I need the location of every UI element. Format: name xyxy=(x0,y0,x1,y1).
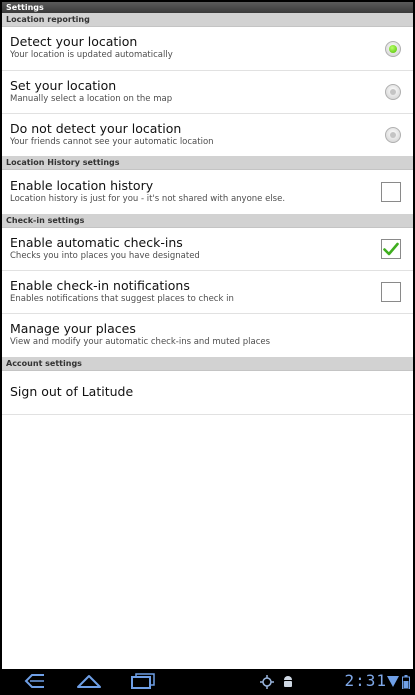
checkbox-automatic-check-ins[interactable] xyxy=(381,239,401,259)
option-subtitle: Enables notifications that suggest place… xyxy=(10,294,234,304)
battery-icon xyxy=(402,675,410,689)
option-subtitle: Manually select a location on the map xyxy=(10,94,173,104)
radio-set-location[interactable] xyxy=(385,84,401,100)
settings-screen: Settings Location reporting Detect your … xyxy=(0,0,415,695)
option-manage-your-places[interactable]: Manage your places View and modify your … xyxy=(2,314,413,357)
option-enable-check-in-notifications[interactable]: Enable check-in notifications Enables no… xyxy=(2,271,413,314)
section-header-account: Account settings xyxy=(2,357,413,371)
android-debug-icon xyxy=(284,676,292,687)
option-title: Detect your location xyxy=(10,34,138,49)
home-icon[interactable] xyxy=(76,673,102,689)
option-title: Set your location xyxy=(10,78,117,93)
option-subtitle: View and modify your automatic check-ins… xyxy=(10,337,271,347)
option-enable-automatic-check-ins[interactable]: Enable automatic check-ins Checks you in… xyxy=(2,228,413,271)
option-title: Enable location history xyxy=(10,178,154,193)
option-title: Enable check-in notifications xyxy=(10,278,190,293)
page-title: Settings xyxy=(2,2,413,13)
section-header-location-reporting: Location reporting xyxy=(2,13,413,27)
section-header-location-history: Location History settings xyxy=(2,156,413,170)
option-subtitle: Your friends cannot see your automatic l… xyxy=(10,137,214,147)
radio-detect-location[interactable] xyxy=(385,40,401,57)
wifi-icon xyxy=(387,676,399,687)
option-set-location[interactable]: Set your location Manually select a loca… xyxy=(2,71,413,114)
checkmark-icon xyxy=(383,242,399,256)
location-icon xyxy=(260,675,274,689)
option-do-not-detect-location[interactable]: Do not detect your location Your friends… xyxy=(2,114,413,156)
clock-time: 2:31 xyxy=(344,671,387,690)
option-title: Manage your places xyxy=(10,321,136,336)
option-subtitle: Your location is updated automatically xyxy=(10,50,173,60)
radio-do-not-detect-location[interactable] xyxy=(385,127,401,143)
option-subtitle: Checks you into places you have designat… xyxy=(10,251,200,261)
back-icon[interactable] xyxy=(24,673,46,689)
option-title: Enable automatic check-ins xyxy=(10,235,183,250)
option-enable-location-history[interactable]: Enable location history Location history… xyxy=(2,170,413,214)
recent-apps-icon[interactable] xyxy=(130,673,156,689)
option-detect-location[interactable]: Detect your location Your location is up… xyxy=(2,27,413,71)
option-sign-out-of-latitude[interactable]: Sign out of Latitude xyxy=(2,371,413,415)
option-subtitle: Location history is just for you - it's … xyxy=(10,194,286,204)
checkbox-check-in-notifications[interactable] xyxy=(381,282,401,302)
system-status-bar: 2:31 xyxy=(2,669,413,693)
option-title: Do not detect your location xyxy=(10,121,182,136)
section-header-check-in: Check-in settings xyxy=(2,214,413,228)
checkbox-location-history[interactable] xyxy=(381,182,401,202)
option-title: Sign out of Latitude xyxy=(10,384,134,399)
